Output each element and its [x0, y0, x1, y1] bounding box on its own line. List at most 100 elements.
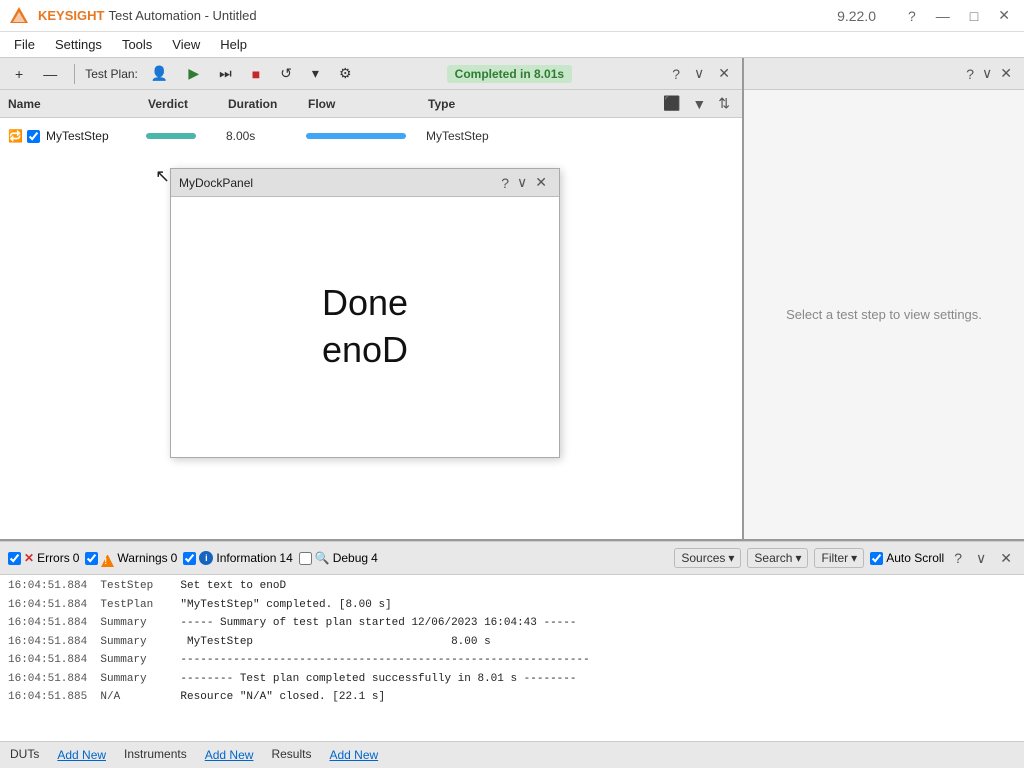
row-type: MyTestStep	[426, 129, 734, 143]
information-checkbox[interactable]	[183, 552, 196, 565]
log-message: MyTestStep 8.00 s	[180, 634, 1016, 651]
col-header-type: Type	[428, 97, 659, 111]
errors-label: Errors	[37, 551, 70, 565]
tab-duts[interactable]: DUTs	[8, 743, 41, 767]
warnings-count: 0	[171, 551, 178, 565]
log-source: Summary	[100, 652, 180, 669]
tab-instruments[interactable]: Instruments	[122, 743, 189, 767]
warnings-checkbox[interactable]	[85, 552, 98, 565]
auto-scroll-label: Auto Scroll	[886, 551, 944, 565]
remove-step-btn[interactable]: —	[36, 62, 64, 86]
play-btn[interactable]: ▶	[181, 61, 206, 86]
menu-tools[interactable]: Tools	[112, 35, 162, 54]
log-message: -------- Test plan completed successfull…	[180, 671, 1016, 688]
settings-gear-btn[interactable]: ⚙	[332, 61, 359, 86]
auto-scroll-toggle[interactable]: Auto Scroll	[870, 551, 944, 565]
search-dropdown-btn[interactable]: Search ▾	[747, 548, 808, 568]
col-filter-icon[interactable]: ▼	[688, 93, 710, 114]
stop-btn[interactable]: ■	[245, 62, 267, 86]
filter-information[interactable]: i Information 14	[183, 551, 292, 565]
log-time: 16:04:51.884	[8, 597, 100, 614]
row-checkbox[interactable]	[27, 130, 40, 143]
information-count: 14	[279, 551, 292, 565]
dropdown-btn[interactable]: ▾	[305, 61, 326, 86]
title-minimize-btn[interactable]: —	[930, 6, 956, 26]
add-step-btn[interactable]: +	[8, 62, 30, 86]
log-close-btn[interactable]: ✕	[996, 548, 1016, 569]
debug-checkbox[interactable]	[299, 552, 312, 565]
dock-panel-line1: Done enoD	[322, 280, 408, 374]
title-help-btn[interactable]: ?	[902, 6, 922, 26]
settings-help-btn[interactable]: ?	[962, 64, 978, 84]
dock-help-btn[interactable]: ?	[497, 173, 513, 193]
log-time: 16:04:51.884	[8, 634, 100, 651]
log-source: Summary	[100, 615, 180, 632]
col-header-name: Name	[8, 97, 148, 111]
col-header-verdict: Verdict	[148, 97, 228, 111]
title-bar-controls: 9.22.0 ? — □ ✕	[831, 5, 1016, 26]
warnings-icon: !	[101, 554, 114, 567]
mouse-cursor: ↖	[155, 166, 170, 187]
dock-panel-title: MyDockPanel	[179, 176, 497, 190]
log-source: TestStep	[100, 578, 180, 595]
log-minimize-btn[interactable]: ∨	[972, 548, 990, 569]
row-expand-icon: 🔁	[8, 129, 23, 143]
tab-results[interactable]: Results	[269, 743, 313, 767]
table-row[interactable]: 🔁 MyTestStep 8.00s MyTestStep	[0, 122, 742, 150]
app-version: 9.22.0	[831, 6, 882, 26]
log-message: Set text to enoD	[180, 578, 1016, 595]
main-layout: + — Test Plan: 👤 ▶ ⏭ ■ ↺ ▾ ⚙ Completed i…	[0, 58, 1024, 768]
avatar-btn[interactable]: 👤	[144, 61, 175, 86]
row-duration: 8.00s	[226, 129, 306, 143]
dock-close-btn[interactable]: ✕	[531, 172, 551, 193]
title-close-btn[interactable]: ✕	[992, 5, 1016, 26]
menu-settings[interactable]: Settings	[45, 35, 112, 54]
errors-icon: ✕	[24, 551, 34, 565]
app-brand: KEYSIGHT	[38, 8, 104, 23]
filter-dropdown-btn[interactable]: Filter ▾	[814, 548, 864, 568]
col-sort-icon[interactable]: ⇅	[714, 93, 734, 114]
filter-debug[interactable]: 🔍 Debug 4	[299, 551, 378, 565]
add-new-instruments[interactable]: Add New	[205, 748, 254, 762]
add-new-duts[interactable]: Add New	[57, 748, 106, 762]
search-chevron-icon: ▾	[795, 551, 801, 565]
auto-scroll-checkbox[interactable]	[870, 552, 883, 565]
list-item: 16:04:51.884 Summary ----- Summary of te…	[0, 614, 1024, 633]
sources-dropdown-btn[interactable]: Sources ▾	[674, 548, 741, 568]
log-time: 16:04:51.884	[8, 578, 100, 595]
menu-help[interactable]: Help	[210, 35, 257, 54]
col-header-flow: Flow	[308, 97, 428, 111]
test-plan-panel: + — Test Plan: 👤 ▶ ⏭ ■ ↺ ▾ ⚙ Completed i…	[0, 58, 744, 539]
panel-close-btn[interactable]: ✕	[714, 63, 734, 84]
add-new-results[interactable]: Add New	[329, 748, 378, 762]
errors-checkbox[interactable]	[8, 552, 21, 565]
toolbar-sep-1	[74, 64, 75, 84]
refresh-btn[interactable]: ↺	[273, 61, 299, 86]
test-plan-label: Test Plan:	[85, 67, 138, 81]
dock-minimize-btn[interactable]: ∨	[513, 172, 531, 193]
settings-close-btn[interactable]: ✕	[996, 63, 1016, 84]
app-logo	[8, 5, 30, 27]
col-chart-icon[interactable]: ⬛	[659, 93, 684, 114]
filter-errors[interactable]: ✕ Errors 0	[8, 551, 79, 565]
settings-panel: ? ∨ ✕ Select a test step to view setting…	[744, 58, 1024, 539]
filter-warnings[interactable]: ! Warnings 0	[85, 551, 177, 565]
column-headers: Name Verdict Duration Flow Type ⬛ ▼ ⇅	[0, 90, 742, 118]
title-maximize-btn[interactable]: □	[964, 6, 984, 26]
search-label: Search	[754, 551, 792, 565]
menu-file[interactable]: File	[4, 35, 45, 54]
panel-help-btn[interactable]: ?	[668, 64, 684, 84]
debug-icon: 🔍	[315, 551, 330, 565]
panel-minimize-btn[interactable]: ∨	[690, 63, 708, 84]
bottom-tabs: DUTs Add New Instruments Add New Results…	[0, 741, 1024, 768]
title-bar: KEYSIGHT Test Automation - Untitled 9.22…	[0, 0, 1024, 32]
list-item: 16:04:51.884 Summary -------------------…	[0, 651, 1024, 670]
panel-header-controls: ? ∨ ✕	[668, 63, 734, 84]
skip-btn[interactable]: ⏭	[212, 61, 239, 86]
log-help-btn[interactable]: ?	[950, 548, 966, 568]
menu-view[interactable]: View	[162, 35, 210, 54]
col-actions: ⬛ ▼ ⇅	[659, 93, 734, 114]
list-item: 16:04:51.884 Summary -------- Test plan …	[0, 670, 1024, 689]
log-time: 16:04:51.884	[8, 671, 100, 688]
settings-minimize-btn[interactable]: ∨	[978, 63, 996, 84]
